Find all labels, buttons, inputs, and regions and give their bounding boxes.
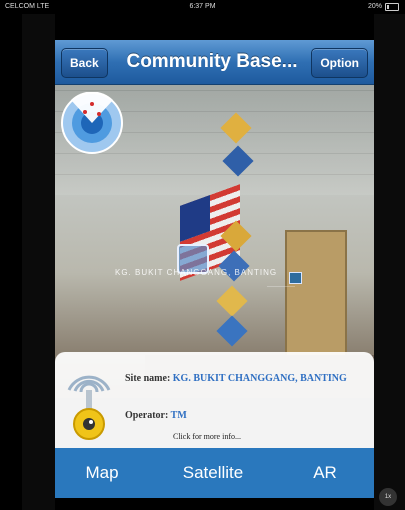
option-button[interactable]: Option (311, 48, 368, 78)
radar-compass-icon[interactable] (61, 92, 123, 154)
tab-satellite[interactable]: Satellite (155, 448, 271, 498)
cell-tower-icon (67, 375, 111, 440)
site-name-label: Site name: (125, 373, 171, 384)
ar-marker-small-label: ——————— (267, 283, 295, 288)
operator-value: TM (170, 410, 187, 421)
navigation-bar: Back Community Base... Option (55, 40, 374, 85)
kite (216, 285, 248, 317)
page-title: Community Base... (126, 51, 298, 72)
more-info-link[interactable]: Click for more info... (173, 432, 241, 441)
site-info-panel[interactable]: Site name: KG. BUKIT CHANGGANG, BANTING … (55, 352, 374, 448)
status-time: 6:37 PM (189, 3, 216, 10)
ar-marker-label: KG. BUKIT CHANGGANG, BANTING (115, 268, 278, 277)
tab-ar[interactable]: AR (295, 448, 355, 498)
status-right: 20% (368, 0, 399, 14)
site-name-value: KG. BUKIT CHANGGANG, BANTING (172, 373, 347, 384)
tab-map[interactable]: Map (67, 448, 137, 498)
frame-right (374, 14, 405, 510)
battery-percent: 20% (367, 3, 382, 10)
frame-left (22, 14, 55, 510)
battery-icon (385, 3, 399, 11)
operator-line: Operator: TM (125, 410, 187, 421)
tab-bar: Map Satellite AR (55, 448, 374, 498)
zoom-badge[interactable]: 1x (379, 488, 397, 506)
back-button[interactable]: Back (61, 48, 108, 78)
operator-label: Operator: (125, 410, 169, 421)
kite (216, 315, 248, 347)
site-name-line: Site name: KG. BUKIT CHANGGANG, BANTING (125, 372, 365, 385)
app-screen: KG. BUKIT CHANGGANG, BANTING ——————— Bac… (55, 40, 374, 498)
flag-canton (180, 195, 210, 242)
status-bar: CELCOM LTE 6:37 PM 20% (0, 0, 405, 14)
